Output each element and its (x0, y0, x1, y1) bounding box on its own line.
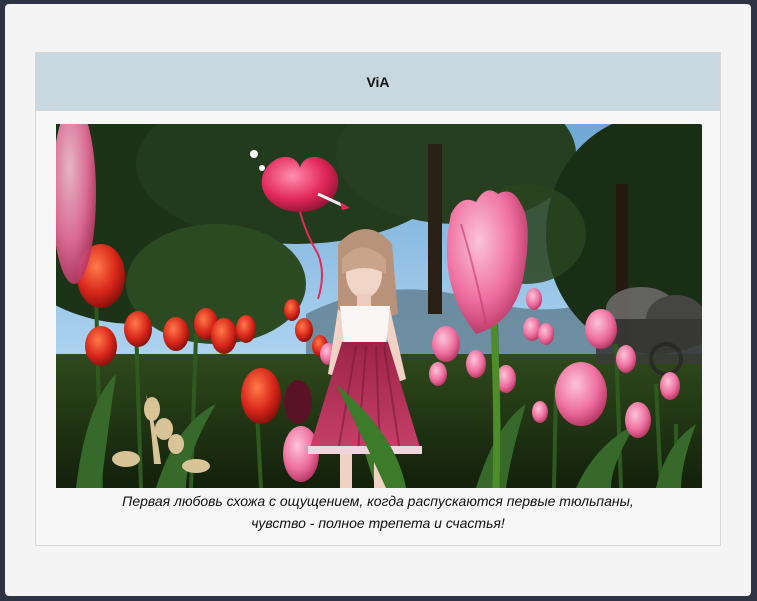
post-image[interactable] (56, 124, 702, 488)
caption-line: чувство - полное трепета и счастья! (251, 515, 505, 531)
page-window: ViA Первая любовь схожа с ощущением, ког… (5, 4, 751, 596)
post-header: ViA (36, 53, 720, 111)
post-title: ViA (366, 73, 390, 90)
caption-line: Первая любовь схожа с ощущением, когда р… (122, 493, 634, 509)
post-caption: Первая любовь схожа с ощущением, когда р… (36, 490, 720, 534)
post-card: ViA Первая любовь схожа с ощущением, ког… (35, 52, 721, 546)
